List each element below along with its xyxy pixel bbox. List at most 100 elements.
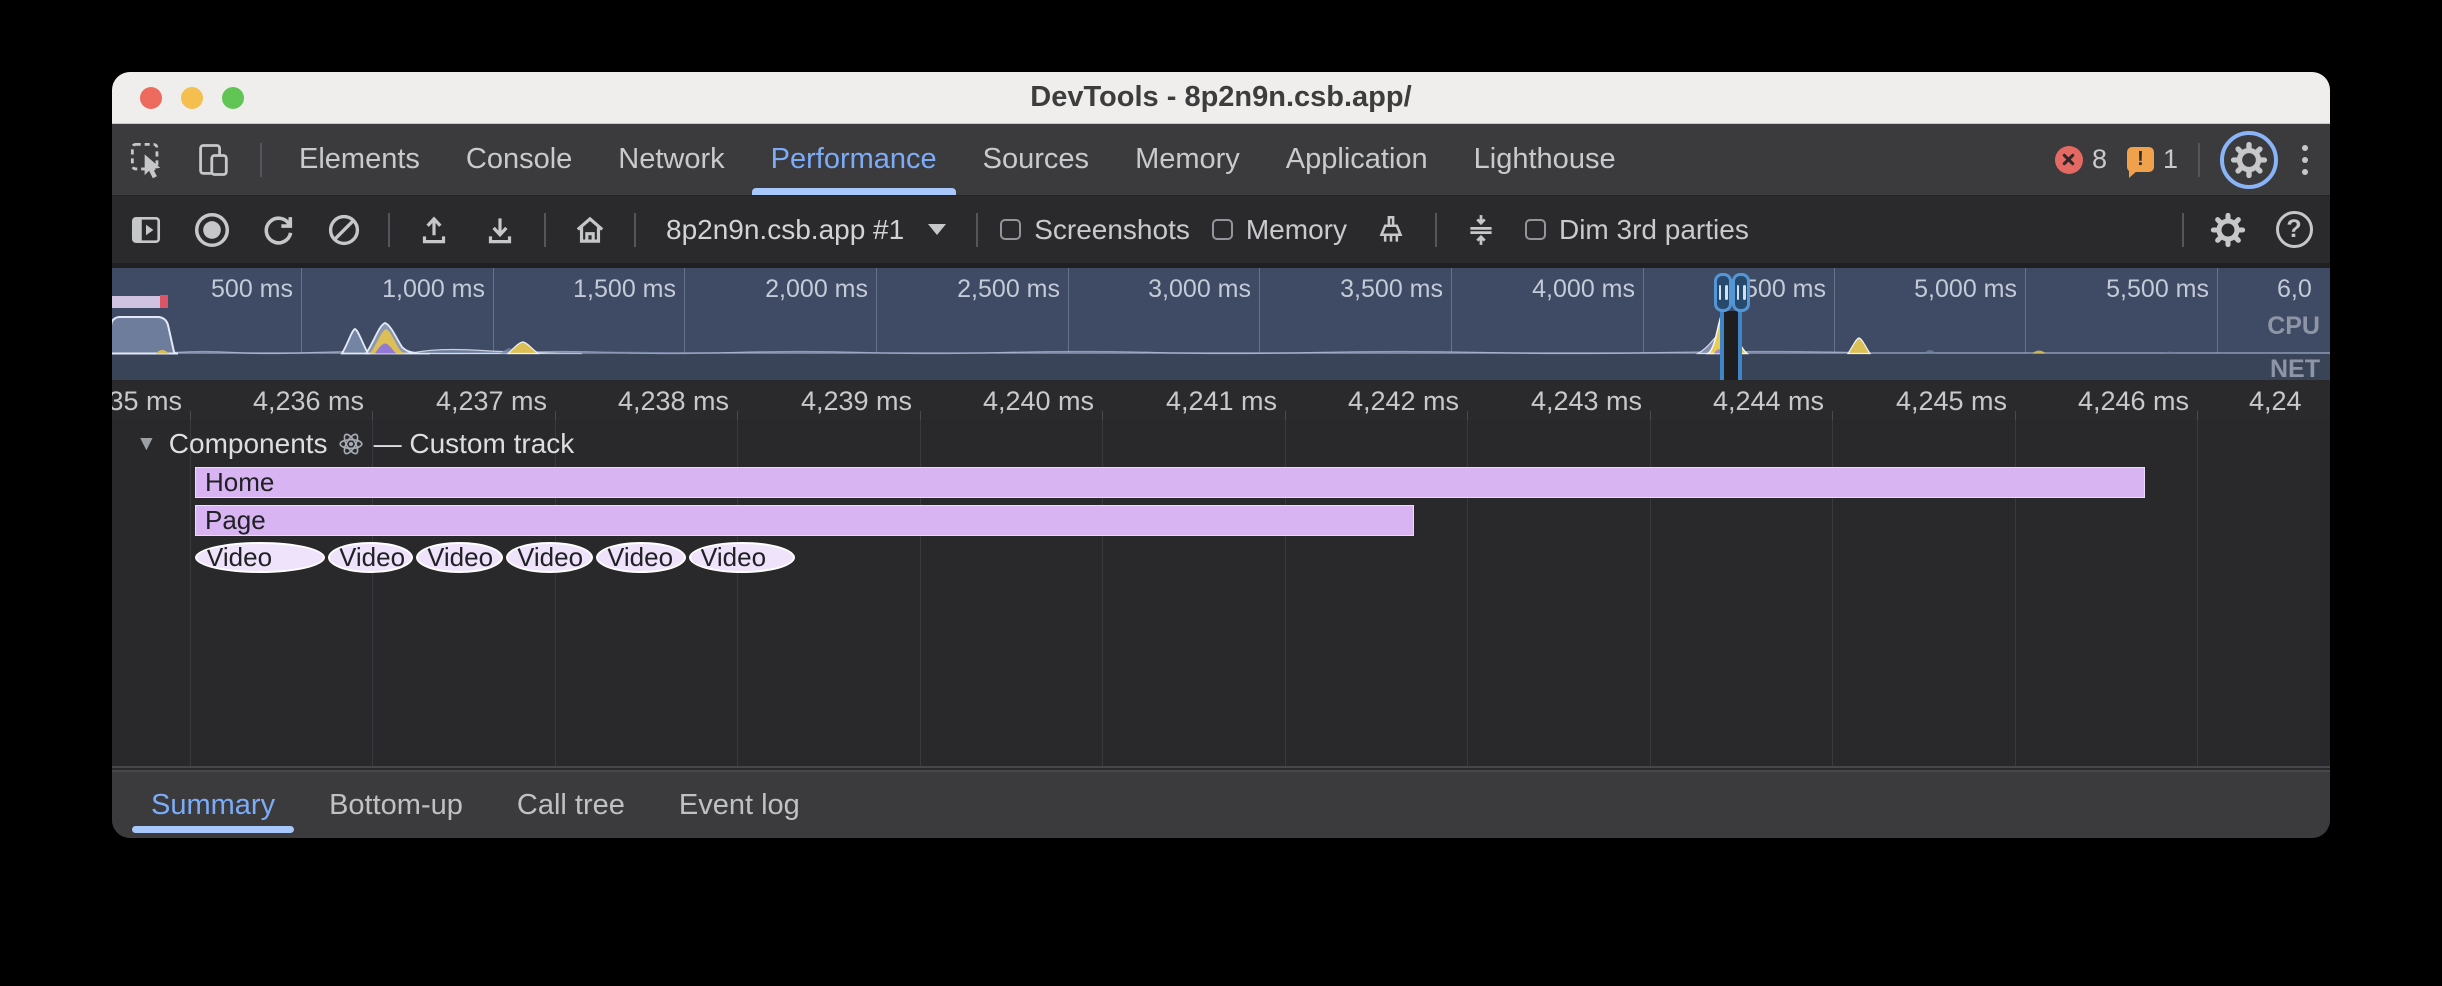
track-title: Components <box>169 428 328 460</box>
device-toolbar-icon <box>195 141 233 179</box>
devtools-settings-button[interactable] <box>2220 131 2278 189</box>
record-icon <box>192 210 232 250</box>
track-bar-home[interactable]: Home <box>195 467 2145 498</box>
error-icon <box>2055 146 2083 174</box>
toolbar-divider <box>634 213 636 247</box>
track-bar-video[interactable]: Video <box>596 542 686 573</box>
ruler[interactable]: 35 ms4,236 ms4,237 ms4,238 ms4,239 ms4,2… <box>112 380 2330 420</box>
tab-console[interactable]: Console <box>443 124 595 195</box>
overview-time-label: 5,500 ms <box>1989 275 2209 304</box>
toggle-sidebar-icon <box>128 212 164 248</box>
toolbar-divider <box>544 213 546 247</box>
close-window-button[interactable] <box>140 87 162 109</box>
tabbar-divider <box>2198 143 2200 177</box>
collect-garbage-button[interactable] <box>1369 208 1413 252</box>
flame-gridline <box>190 420 191 766</box>
warning-icon: ! <box>2127 147 2154 172</box>
minimize-window-button[interactable] <box>181 87 203 109</box>
tab-elements[interactable]: Elements <box>276 124 443 195</box>
titlebar: DevTools - 8p2n9n.csb.app/ <box>112 72 2330 124</box>
download-icon <box>482 212 518 248</box>
bottom-tab-bottom-up[interactable]: Bottom-up <box>302 772 490 838</box>
tabbar-divider <box>260 143 262 177</box>
track-bar-video[interactable]: Video <box>195 542 325 573</box>
chevron-down-icon <box>928 224 946 235</box>
overview-time-label: 3,500 ms <box>1223 275 1443 304</box>
tab-performance[interactable]: Performance <box>748 124 960 195</box>
tab-memory[interactable]: Memory <box>1112 124 1263 195</box>
toolbar-divider <box>2182 213 2184 247</box>
collapse-icon <box>1463 212 1499 248</box>
save-profile-button[interactable] <box>478 208 522 252</box>
screenshots-checkbox[interactable]: Screenshots <box>1000 214 1190 246</box>
expander-triangle-icon[interactable]: ▼ <box>136 432 157 456</box>
collapse-tracks-button[interactable] <box>1459 208 1503 252</box>
bottom-tab-summary[interactable]: Summary <box>124 772 302 838</box>
performance-toolbar: 8p2n9n.csb.app #1 Screenshots Memory <box>112 196 2330 268</box>
tab-sources[interactable]: Sources <box>960 124 1112 195</box>
gear-icon <box>2210 212 2246 248</box>
live-metrics-button[interactable] <box>568 208 612 252</box>
console-errors-badge[interactable]: 8 <box>2055 144 2107 175</box>
broom-icon <box>1373 212 1409 248</box>
window-title: DevTools - 8p2n9n.csb.app/ <box>112 81 2330 114</box>
checkbox-icon <box>1212 219 1233 240</box>
toolbar-divider <box>388 213 390 247</box>
overview-time-label: 4,000 ms <box>1415 275 1635 304</box>
devtools-tab-strip: ElementsConsoleNetworkPerformanceSources… <box>276 124 1639 195</box>
error-count: 8 <box>2092 144 2107 175</box>
dim-3rd-parties-label: Dim 3rd parties <box>1559 214 1749 246</box>
record-button[interactable] <box>190 208 234 252</box>
selection-handle-right[interactable] <box>1732 273 1750 312</box>
inspect-element-button[interactable] <box>128 140 168 180</box>
toggle-sidebar-button[interactable] <box>124 208 168 252</box>
net-label: NET <box>2270 355 2320 380</box>
overview-time-label: 1,500 ms <box>456 275 676 304</box>
overview[interactable]: CPU NET 500 ms1,000 ms1,500 ms2,000 ms2,… <box>112 268 2330 380</box>
flame-separator <box>112 766 2330 768</box>
record-and-reload-button[interactable] <box>256 208 300 252</box>
custom-track-header[interactable]: ▼ Components — Custom track <box>136 428 574 460</box>
tab-application[interactable]: Application <box>1263 124 1451 195</box>
upload-icon <box>416 212 452 248</box>
tab-lighthouse[interactable]: Lighthouse <box>1451 124 1639 195</box>
target-selector[interactable]: 8p2n9n.csb.app #1 <box>658 214 954 246</box>
ruler-tick <box>2197 411 2198 420</box>
tab-network[interactable]: Network <box>595 124 747 195</box>
gear-icon <box>2230 141 2268 179</box>
overview-time-label: 6,0 <box>2277 275 2312 304</box>
track-bar-video[interactable]: Video <box>416 542 503 573</box>
device-toolbar-button[interactable] <box>194 140 234 180</box>
screenshots-label: Screenshots <box>1034 214 1190 246</box>
memory-label: Memory <box>1246 214 1347 246</box>
track-bar-video[interactable]: Video <box>506 542 593 573</box>
track-bar-page[interactable]: Page <box>195 505 1414 536</box>
atom-icon <box>338 431 364 457</box>
help-button[interactable]: ? <box>2272 208 2316 252</box>
capture-settings-button[interactable] <box>2206 208 2250 252</box>
checkbox-icon <box>1525 219 1546 240</box>
dim-3rd-parties-checkbox[interactable]: Dim 3rd parties <box>1525 214 1749 246</box>
overview-time-label: 3,000 ms <box>1031 275 1251 304</box>
clear-button[interactable] <box>322 208 366 252</box>
bottom-tab-event-log[interactable]: Event log <box>652 772 827 838</box>
bottom-tabbar: SummaryBottom-upCall treeEvent log <box>112 770 2330 838</box>
toolbar-divider <box>1435 213 1437 247</box>
tabbar: ElementsConsoleNetworkPerformanceSources… <box>112 124 2330 196</box>
track-bar-video[interactable]: Video <box>689 542 795 573</box>
ruler-time-label: 4,246 ms <box>1969 386 2189 417</box>
load-profile-button[interactable] <box>412 208 456 252</box>
zoom-window-button[interactable] <box>222 87 244 109</box>
selection-handle-left[interactable] <box>1714 273 1732 312</box>
track-bar-video[interactable]: Video <box>328 542 413 573</box>
bottom-tab-call-tree[interactable]: Call tree <box>490 772 652 838</box>
kebab-menu-icon[interactable] <box>2298 141 2312 179</box>
devtools-window: DevTools - 8p2n9n.csb.app/ ElementsConso… <box>112 72 2330 838</box>
cpu-label: CPU <box>2267 312 2320 341</box>
console-warnings-badge[interactable]: ! 1 <box>2127 144 2178 175</box>
checkbox-icon <box>1000 219 1021 240</box>
memory-checkbox[interactable]: Memory <box>1212 214 1347 246</box>
selection-right-line <box>1738 310 1742 380</box>
flame-area[interactable]: ▼ Components — Custom track Home Page Vide… <box>112 420 2330 794</box>
flame-gridline <box>2197 420 2198 766</box>
